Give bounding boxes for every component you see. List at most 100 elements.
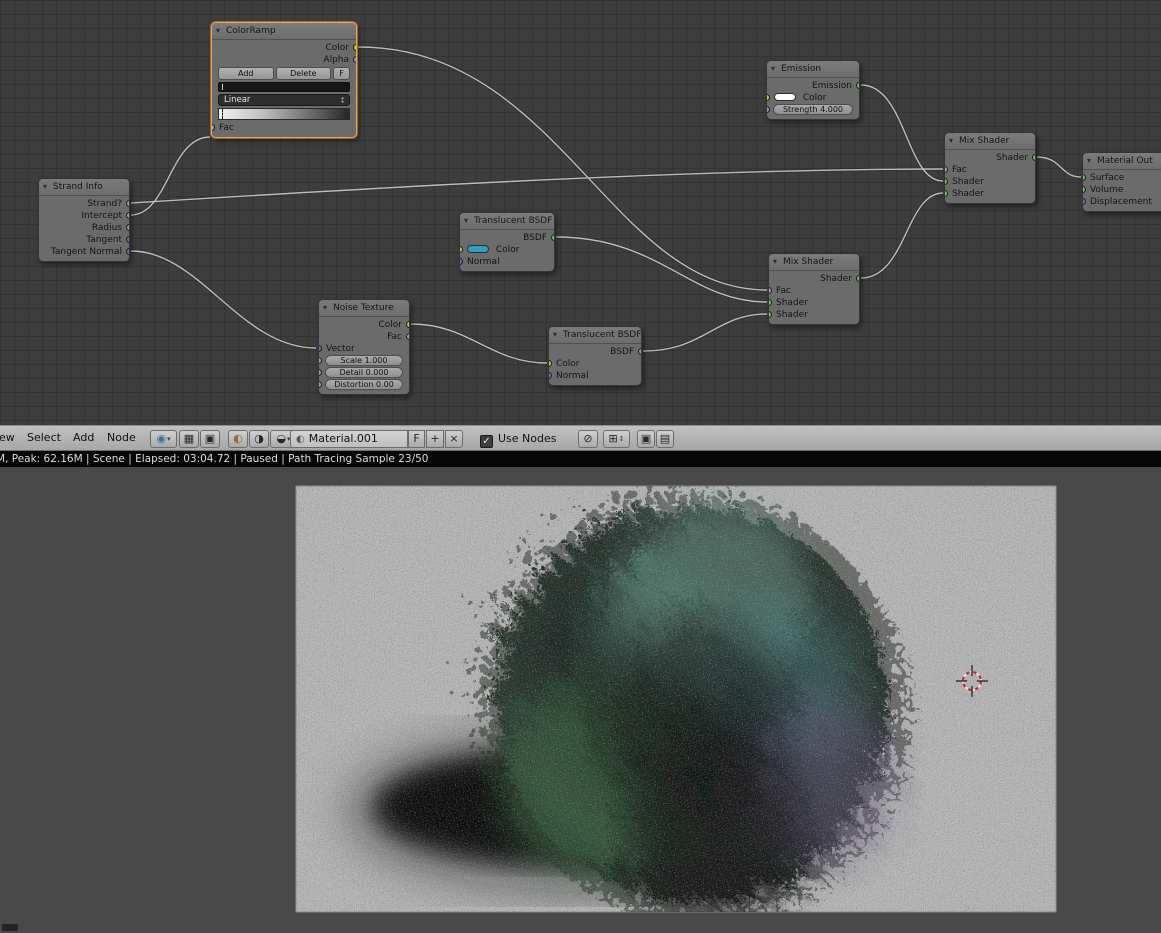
socket-strength-input[interactable] <box>767 106 770 113</box>
delete-stop-button[interactable]: Delete <box>275 67 331 80</box>
socket-shader-output[interactable] <box>1032 154 1035 161</box>
node-header[interactable]: ▾ Emission <box>767 61 859 78</box>
new-material-button[interactable]: + <box>426 430 444 448</box>
node-translucent-bsdf-top[interactable]: ▾ Translucent BSDF BSDF Color Normal <box>459 212 555 272</box>
socket-normal-input[interactable] <box>549 372 552 379</box>
socket-fac-output[interactable] <box>406 333 409 340</box>
distortion-slider[interactable]: Distortion 0.00 <box>325 379 403 390</box>
node-header[interactable]: ▾ Translucent BSDF <box>460 213 554 230</box>
socket-strand-output[interactable] <box>126 200 129 207</box>
socket-color-input[interactable] <box>549 360 552 367</box>
pin-button[interactable]: ▣ <box>200 430 220 448</box>
material-ball-button[interactable]: ◐ <box>228 430 248 448</box>
collapse-icon[interactable]: ▾ <box>553 327 557 343</box>
grid-button[interactable]: ▦ <box>179 430 199 448</box>
socket-volume-input[interactable] <box>1083 186 1086 193</box>
unlink-material-button[interactable]: × <box>445 430 463 448</box>
node-header[interactable]: ▾ Mix Shader <box>945 133 1035 150</box>
socket-bsdf-output[interactable] <box>551 234 554 241</box>
interpolation-dropdown[interactable]: Linear ↕ <box>218 94 350 106</box>
node-mix-shader-left[interactable]: ▾ Mix Shader Shader Fac Shader Shader <box>768 253 860 325</box>
collapse-icon[interactable]: ▾ <box>323 300 327 316</box>
socket-detail-input[interactable] <box>319 369 322 376</box>
socket-scale-input[interactable] <box>319 357 322 364</box>
socket-tangent-output[interactable] <box>126 236 129 243</box>
node-translucent-bsdf-bottom[interactable]: ▾ Translucent BSDF BSDF Color Normal <box>548 326 642 386</box>
node-editor-area[interactable]: ▾ ColorRamp Color Alpha Add Delete F Lin… <box>0 0 1161 425</box>
socket-radius-output[interactable] <box>126 224 129 231</box>
detail-slider[interactable]: Detail 0.000 <box>325 367 403 378</box>
socket-shader2-input[interactable] <box>945 190 948 197</box>
collapse-icon[interactable]: ▾ <box>949 133 953 149</box>
node-colorramp[interactable]: ▾ ColorRamp Color Alpha Add Delete F Lin… <box>211 22 357 138</box>
menu-select[interactable]: Select <box>22 426 66 450</box>
node-header[interactable]: ▾ Noise Texture <box>319 300 409 317</box>
snap-button[interactable]: ⊘ <box>578 430 598 448</box>
background-button[interactable]: ⊞↕ <box>603 430 630 448</box>
socket-color-output[interactable] <box>406 321 409 328</box>
3d-viewport[interactable] <box>0 467 1161 933</box>
socket-vector-input[interactable] <box>319 345 322 352</box>
colorramp-gradient[interactable] <box>218 108 350 120</box>
collapse-icon[interactable]: ▾ <box>1087 153 1091 169</box>
node-header[interactable]: ▾ Translucent BSDF <box>549 327 641 344</box>
material-name-field[interactable]: ◐ Material.001 <box>290 430 408 448</box>
node-mix-shader-right[interactable]: ▾ Mix Shader Shader Fac Shader Shader <box>944 132 1036 204</box>
socket-fac-input[interactable] <box>212 124 215 131</box>
fake-user-button[interactable]: F <box>408 430 425 448</box>
color-swatch[interactable] <box>774 93 796 101</box>
editor-type-button[interactable]: ◉▾ <box>150 430 177 448</box>
fake-user-button[interactable]: F <box>333 67 350 80</box>
copy-node-button[interactable]: ▣ <box>637 430 655 448</box>
render-status-text: M, Peak: 62.16M | Scene | Elapsed: 03:04… <box>0 453 429 465</box>
socket-emission-output[interactable] <box>856 82 859 89</box>
menu-add[interactable]: Add <box>68 426 99 450</box>
node-header[interactable]: ▾ Strand Info <box>39 179 129 196</box>
node-material-output[interactable]: ▾ Material Out Surface Volume Displaceme… <box>1082 152 1161 212</box>
strength-slider[interactable]: Strength 4.000 <box>773 104 853 115</box>
collapse-icon[interactable]: ▾ <box>216 23 220 39</box>
socket-shader1-input[interactable] <box>769 299 772 306</box>
texture-ball-button[interactable]: ◑ <box>249 430 269 448</box>
node-emission[interactable]: ▾ Emission Emission Color Strength 4.000 <box>766 60 860 120</box>
paste-node-button[interactable]: ▤ <box>656 430 674 448</box>
colorramp-band[interactable] <box>218 82 350 92</box>
socket-color-input[interactable] <box>767 94 770 101</box>
socket-alpha-output[interactable] <box>353 56 356 63</box>
node-strand-info[interactable]: ▾ Strand Info Strand? Intercept Radius T… <box>38 178 130 262</box>
socket-surface-input[interactable] <box>1083 174 1086 181</box>
use-nodes-toggle[interactable]: ✓ Use Nodes <box>480 431 557 448</box>
socket-tangent-normal-output[interactable] <box>126 248 129 255</box>
ramp-stop-marker[interactable] <box>222 84 223 90</box>
scale-slider[interactable]: Scale 1.000 <box>325 355 403 366</box>
menu-view[interactable]: ew <box>0 426 20 450</box>
socket-color-input[interactable] <box>460 246 463 253</box>
socket-fac-input[interactable] <box>945 166 948 173</box>
checkbox-checked-icon[interactable]: ✓ <box>480 435 493 448</box>
node-header[interactable]: ▾ Mix Shader <box>769 254 859 271</box>
socket-distortion-input[interactable] <box>319 381 322 388</box>
socket-shader-output[interactable] <box>856 275 859 282</box>
socket-normal-input[interactable] <box>460 258 463 265</box>
collapse-icon[interactable]: ▾ <box>771 61 775 77</box>
socket-bsdf-output[interactable] <box>638 348 641 355</box>
socket-color-output[interactable] <box>353 44 356 51</box>
output-alpha: Alpha <box>212 54 356 66</box>
collapse-icon[interactable]: ▾ <box>464 213 468 229</box>
socket-displacement-input[interactable] <box>1083 198 1086 205</box>
collapse-icon[interactable]: ▾ <box>43 179 47 195</box>
area-corner-widget[interactable] <box>2 924 18 931</box>
node-noise-texture[interactable]: ▾ Noise Texture Color Fac Vector Scale 1… <box>318 299 410 395</box>
socket-fac-input[interactable] <box>769 287 772 294</box>
input-vector: Vector <box>319 343 409 355</box>
menu-node[interactable]: Node <box>102 426 141 450</box>
add-stop-button[interactable]: Add <box>218 67 274 80</box>
socket-shader2-input[interactable] <box>769 311 772 318</box>
gradient-stop-handle[interactable] <box>222 109 223 119</box>
node-header[interactable]: ▾ ColorRamp <box>212 23 356 40</box>
node-header[interactable]: ▾ Material Out <box>1083 153 1161 170</box>
color-swatch[interactable] <box>467 245 489 253</box>
collapse-icon[interactable]: ▾ <box>773 254 777 270</box>
socket-intercept-output[interactable] <box>126 212 129 219</box>
socket-shader1-input[interactable] <box>945 178 948 185</box>
